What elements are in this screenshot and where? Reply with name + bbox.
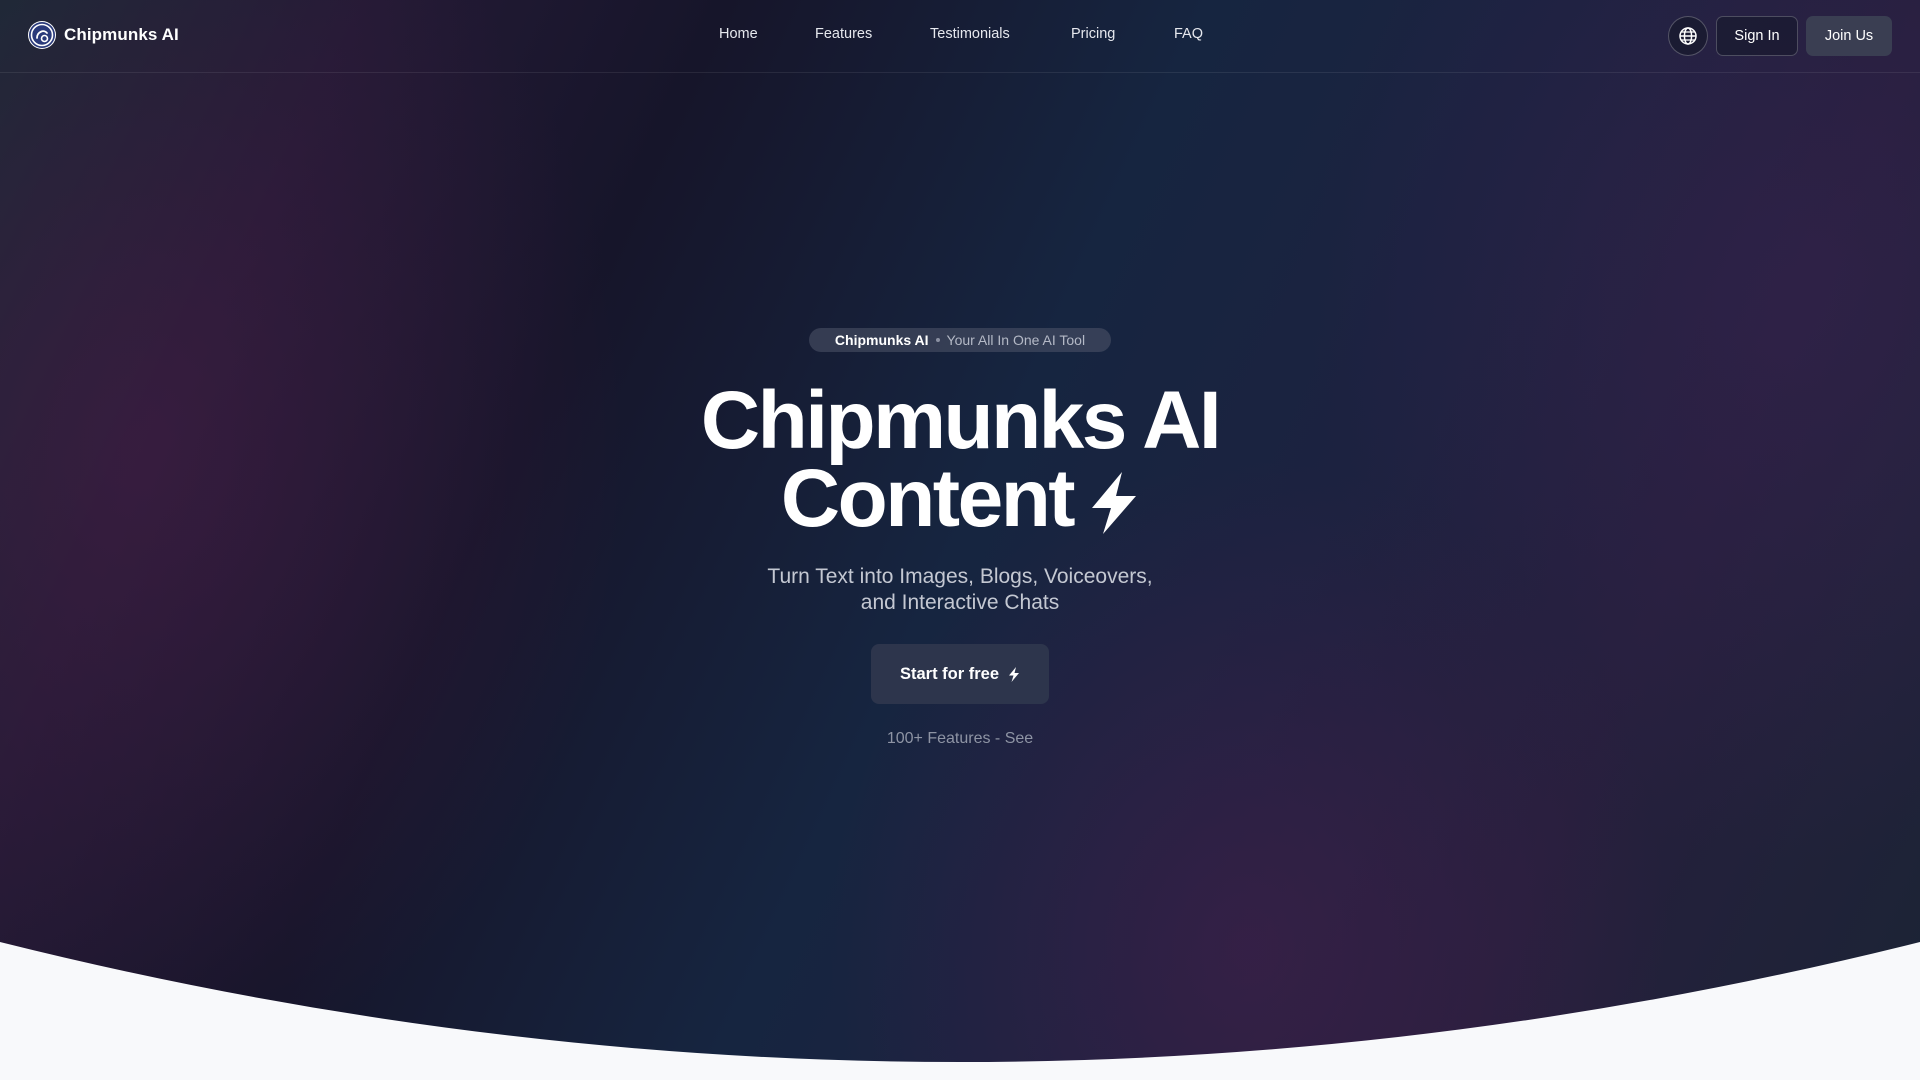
nav-pricing[interactable]: Pricing [1071,26,1115,42]
hero-subtitle-line1: Turn Text into Images, Blogs, Voiceovers… [767,565,1153,588]
features-link-wrap: 100+ Features - See [0,730,1920,748]
hero-headline-line1: Chipmunks AI [700,375,1222,466]
globe-icon [1679,27,1697,45]
nav-home[interactable]: Home [719,26,758,42]
join-us-button[interactable]: Join Us [1806,16,1892,56]
hero-badge-tagline: Your All In One AI Tool [946,332,1086,348]
lightning-bolt-icon [1092,472,1137,534]
nav-faq[interactable]: FAQ [1174,26,1203,42]
features-link[interactable]: 100+ Features - See [887,730,1033,747]
hero-headline: Chipmunks AI Content [0,375,1920,540]
sign-in-button[interactable]: Sign In [1716,16,1798,56]
start-for-free-button[interactable]: Start for free [871,644,1049,704]
language-button[interactable] [1668,16,1708,56]
nav-testimonials[interactable]: Testimonials [930,26,1010,42]
hero-badge-brand: Chipmunks AI [834,332,929,348]
site-header: Chipmunks AI Home Features Testimonials … [0,0,1920,73]
hero-subtitle-line2: and Interactive Chats [860,591,1060,614]
lightning-bolt-icon [1009,666,1020,682]
hero-badge: Chipmunks AI Your All In One AI Tool [809,328,1111,352]
nav-features[interactable]: Features [815,26,872,42]
hero-headline-line2: Content [780,453,1076,544]
hero-headline-line2-wrap: Content [0,458,1920,540]
start-for-free-label: Start for free [899,664,1000,683]
hero-badge-separator [935,338,940,342]
main-nav: Home Features Testimonials Pricing FAQ [0,26,1920,46]
hero-subtitle: Turn Text into Images, Blogs, Voiceovers… [0,564,1920,616]
